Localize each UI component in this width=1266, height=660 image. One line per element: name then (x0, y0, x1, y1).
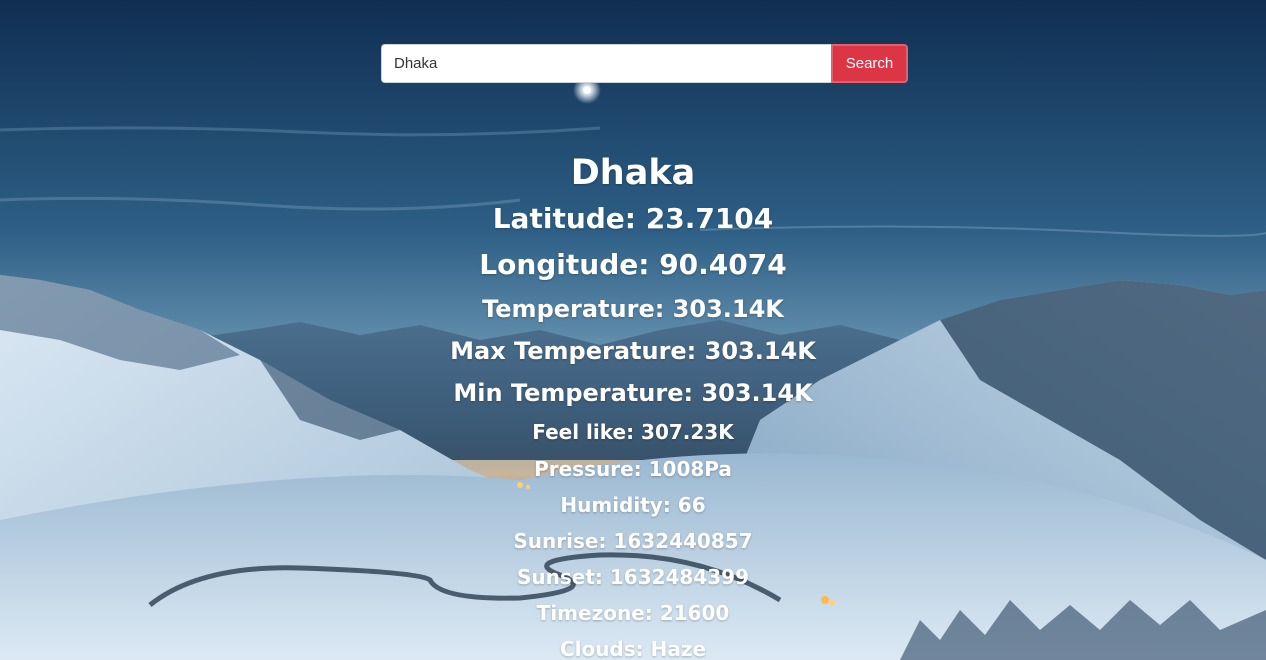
feels-like-text: Feel like: 307.23K (532, 420, 734, 444)
sunset-text: Sunset: 1632484399 (516, 565, 750, 589)
temperature-text: Temperature: 303.14K (482, 295, 784, 323)
clouds-text: Clouds: Haze (559, 637, 707, 660)
max-temperature-text: Max Temperature: 303.14K (450, 337, 816, 365)
city-search-input[interactable] (381, 44, 831, 83)
city-name: Dhaka (570, 153, 696, 193)
weather-info: Dhaka Latitude: 23.7104 Longitude: 90.40… (0, 150, 1266, 660)
sunrise-text: Sunrise: 1632440857 (513, 529, 753, 553)
latitude-text: Latitude: 23.7104 (492, 202, 774, 235)
min-temperature-text: Min Temperature: 303.14K (453, 379, 813, 407)
search-bar: Search (381, 44, 908, 83)
search-button[interactable]: Search (831, 44, 908, 83)
humidity-text: Humidity: 66 (560, 493, 706, 517)
longitude-text: Longitude: 90.4074 (479, 248, 787, 281)
pressure-text: Pressure: 1008Pa (534, 457, 732, 481)
timezone-text: Timezone: 21600 (536, 601, 730, 625)
